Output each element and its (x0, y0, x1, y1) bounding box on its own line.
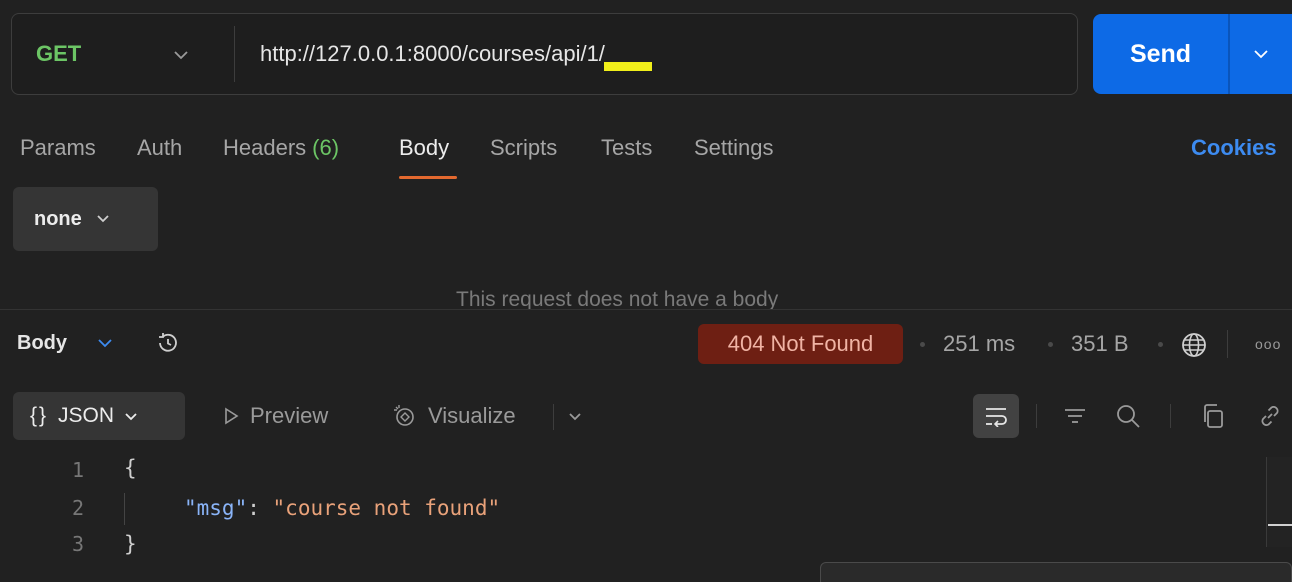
active-tab-indicator (399, 176, 457, 179)
visualize-button[interactable]: Visualize (392, 392, 516, 440)
toolbar-divider (1170, 404, 1171, 428)
method-label: GET (36, 41, 82, 66)
chevron-down-icon (173, 44, 189, 65)
visualize-label: Visualize (428, 403, 516, 428)
response-format-dropdown[interactable]: {} JSON (13, 392, 185, 440)
visualize-icon (394, 405, 414, 426)
preview-label: Preview (250, 403, 329, 428)
tab-settings[interactable]: Settings (694, 128, 774, 168)
meta-divider (1227, 330, 1228, 358)
line-number: 3 (71, 532, 84, 556)
json-open-brace: { (124, 456, 137, 480)
visualize-options-button[interactable] (568, 392, 582, 440)
chevron-down-icon (1254, 50, 1268, 59)
headers-count-badge: (6) (312, 135, 340, 160)
url-highlight-mark (604, 62, 652, 71)
tab-tests[interactable]: Tests (601, 128, 652, 168)
tab-params[interactable]: Params (20, 128, 96, 168)
json-line: "msg": "course not found" (184, 496, 500, 520)
tab-headers-label: Headers (223, 135, 307, 160)
wrap-lines-icon (986, 408, 1007, 427)
copy-button[interactable] (1196, 394, 1230, 438)
response-panel: Body 404 Not Found 251 ms 351 B ooo {} J… (0, 309, 1292, 582)
filter-icon (1065, 409, 1085, 423)
json-colon: : (247, 496, 260, 520)
tab-body[interactable]: Body (399, 128, 449, 168)
popup-panel-edge (820, 562, 1292, 582)
response-time[interactable]: 251 ms (943, 324, 1015, 364)
json-value: "course not found" (272, 496, 501, 520)
line-number: 2 (71, 496, 84, 520)
body-type-label: none (34, 207, 82, 230)
more-options-button[interactable]: ooo (1255, 324, 1281, 364)
preview-button[interactable]: Preview (222, 392, 328, 440)
toolbar-divider (1036, 404, 1037, 428)
scroll-position-marker (1268, 524, 1292, 526)
tab-scripts[interactable]: Scripts (490, 128, 557, 168)
minimap-scrollbar[interactable] (1266, 457, 1292, 547)
format-label: JSON (58, 404, 115, 427)
separator-dot (1158, 342, 1163, 347)
separator-dot (1048, 342, 1053, 347)
json-key: "msg" (184, 496, 248, 520)
send-button-group: Send (1093, 14, 1292, 94)
body-type-dropdown[interactable]: none (13, 187, 158, 251)
link-icon (1261, 406, 1279, 426)
url-input[interactable]: http://127.0.0.1:8000/courses/api/1/ (260, 14, 605, 94)
search-button[interactable] (1110, 394, 1146, 438)
toolbar-divider (553, 404, 554, 430)
tab-auth[interactable]: Auth (137, 128, 182, 168)
chevron-down-icon (569, 412, 581, 420)
link-button[interactable] (1252, 394, 1288, 438)
response-size[interactable]: 351 B (1071, 324, 1129, 364)
play-icon (225, 407, 239, 425)
send-button[interactable]: Send (1093, 14, 1228, 94)
copy-icon (1204, 404, 1223, 428)
chevron-down-icon (124, 408, 138, 425)
json-braces-icon: {} (30, 404, 49, 427)
json-close-brace: } (124, 532, 137, 556)
line-number: 1 (71, 458, 84, 482)
chevron-down-icon (96, 210, 110, 228)
tab-headers[interactable]: Headers (6) (223, 128, 339, 168)
response-body-title[interactable]: Body (17, 328, 67, 358)
send-options-button[interactable] (1230, 14, 1292, 94)
globe-icon[interactable] (1180, 331, 1208, 359)
url-bar: GET http://127.0.0.1:8000/courses/api/1/ (11, 13, 1078, 95)
history-icon[interactable] (155, 330, 181, 356)
method-selector[interactable]: GET (36, 14, 189, 94)
chevron-down-icon[interactable] (97, 328, 113, 358)
separator-dot (920, 342, 925, 347)
url-divider (234, 26, 235, 82)
cookies-link[interactable]: Cookies (1191, 128, 1277, 168)
indent-guide (124, 493, 125, 525)
filter-button[interactable] (1058, 394, 1092, 438)
status-badge[interactable]: 404 Not Found (698, 324, 903, 364)
search-icon (1117, 405, 1140, 428)
wrap-lines-button[interactable] (973, 394, 1019, 438)
